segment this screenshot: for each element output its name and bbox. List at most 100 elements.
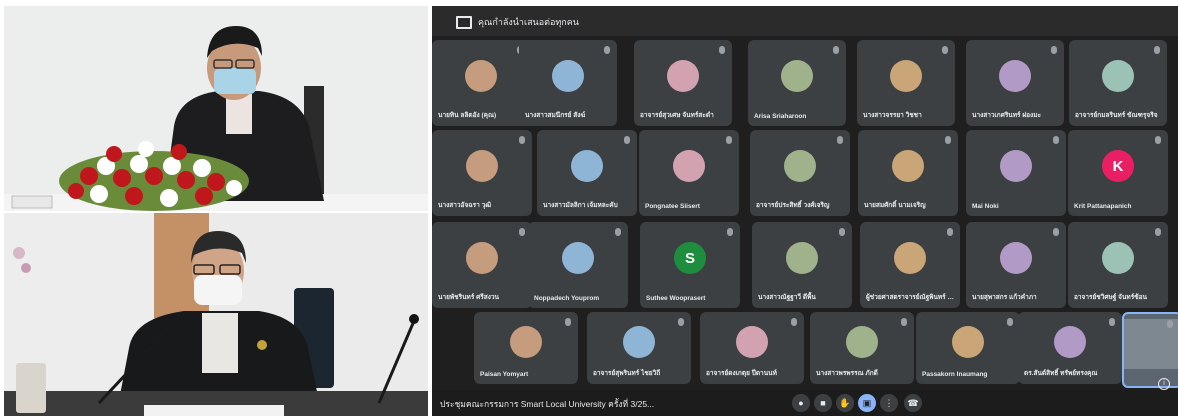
participant-tile[interactable]: อาจารย์สุพรินทร์ ไชยวิถี	[587, 312, 691, 384]
participant-tile[interactable]: นางสาวเกศรินทร์ ผ่องมะ	[966, 40, 1064, 126]
end-call-button[interactable]: ☎	[904, 394, 922, 412]
participant-name: อาจารย์สุพรินทร์ ไชยวิถี	[593, 370, 661, 377]
participant-tile[interactable]: Paisan Yomyart	[474, 312, 578, 384]
participant-name: นางสาวจรรยา วิชชา	[863, 112, 922, 119]
mic-muted-icon	[678, 318, 684, 326]
mic-muted-icon	[1155, 136, 1161, 144]
participant-tile[interactable]: อาจารย์สุวเศษ จันทร์สะดำ	[634, 40, 732, 126]
participant-tile[interactable]: นายพัชรินทร์ ศรีสงวน	[432, 222, 532, 308]
info-icon[interactable]: i	[1158, 378, 1170, 390]
avatar	[673, 150, 705, 183]
participant-name: Krit Pattanapanich	[1074, 203, 1132, 210]
participant-tile[interactable]: อาจารย์ประสิทธิ์ วงศ์เจริญ	[750, 130, 850, 216]
avatar	[892, 150, 924, 183]
participant-name: อาจารย์ชวิศษฐ์ จันทร์ซ้อน	[1074, 294, 1147, 301]
participant-tile[interactable]: Arisa Sriaharoon	[748, 40, 846, 126]
presenter-scene	[4, 213, 428, 416]
mic-muted-icon	[837, 136, 843, 144]
avatar	[465, 60, 497, 93]
participant-name: นางสาวพรพรรณ ภักดี	[816, 370, 878, 377]
participant-name: ดร.สันต์สิทธิ์ ทรัพย์ทรงคุณ	[1024, 370, 1098, 377]
participant-name: Passakorn Inaumang	[922, 371, 988, 378]
mic-muted-icon	[519, 136, 525, 144]
mic-muted-icon	[615, 228, 621, 236]
participant-tile[interactable]: นายทิน ลลิตอัง (คุณ)	[432, 40, 530, 126]
participant-name: นางสาวอัจฉรา วุฒิ	[438, 202, 492, 209]
chairman-scene	[4, 6, 428, 211]
participant-tile[interactable]: นางสาวมัลลิกา เจ้มหละคับ	[537, 130, 637, 216]
participant-tile[interactable]: นางสาวอัจฉรา วุฒิ	[432, 130, 532, 216]
participant-tile[interactable]: นางสาวพรพรรณ ภักดี	[810, 312, 914, 384]
participant-name: Pongnatee Siisert	[645, 203, 700, 210]
participant-tile[interactable]: นางสาวจรรยา วิชชา	[857, 40, 955, 126]
avatar	[466, 150, 498, 183]
participant-name: อาจารย์กมลรินทร์ ขัณฑรุจริจ	[1075, 112, 1158, 119]
mic-muted-icon	[726, 136, 732, 144]
participant-tile[interactable]: นางสาวณัฐฐาวี ดีพื้น	[752, 222, 852, 308]
avatar	[667, 60, 699, 93]
meeting-title: ประชุมคณะกรรมการ Smart Local University …	[440, 399, 655, 409]
participant-tile[interactable]: อาจารย์ดงเกตุย ปีดานนท์	[700, 312, 804, 384]
raise-hand-button[interactable]: ✋	[836, 394, 854, 412]
avatar	[999, 60, 1031, 93]
participant-tile[interactable]: ดร.สันต์สิทธิ์ ทรัพย์ทรงคุณ	[1018, 312, 1122, 384]
mic-muted-icon	[1167, 320, 1173, 328]
participant-name: Arisa Sriaharoon	[754, 113, 807, 120]
avatar	[736, 326, 768, 359]
participant-tile[interactable]: นายสมศักดิ์ นามเจริญ	[858, 130, 958, 216]
mic-muted-icon	[947, 228, 953, 236]
participant-name: Noppadech Youprom	[534, 295, 600, 302]
video-meeting-window: คุณกำลังนำเสนอต่อทุกคน นายทิน ลลิตอัง (ค…	[432, 6, 1178, 416]
more-button[interactable]: ⋮	[880, 394, 898, 412]
camera-button[interactable]: ■	[814, 394, 832, 412]
presenting-banner: คุณกำลังนำเสนอต่อทุกคน	[478, 17, 579, 27]
participant-tile[interactable]: Pongnatee Siisert	[639, 130, 739, 216]
participant-tile[interactable]: อาจารย์กมลรินทร์ ขัณฑรุจริจ	[1069, 40, 1167, 126]
avatar	[1102, 60, 1134, 93]
participant-name: Paisan Yomyart	[480, 371, 529, 378]
avatar	[786, 242, 818, 275]
participant-name: นางสาวมัลลิกา เจ้มหละคับ	[543, 202, 618, 209]
mic-muted-icon	[719, 46, 725, 54]
mic-muted-icon	[727, 228, 733, 236]
avatar	[1102, 242, 1134, 275]
mic-muted-icon	[1154, 46, 1160, 54]
mic-muted-icon	[565, 318, 571, 326]
participant-tile[interactable]: K Krit Pattanapanich	[1068, 130, 1168, 216]
letter-avatar: S	[674, 242, 706, 275]
avatar	[623, 326, 655, 359]
participant-tile[interactable]: นายสุพาสกร แก้วคำภา	[966, 222, 1066, 308]
participant-tile[interactable]: ผู้ช่วยศาสตราจารย์ณัฐพินทร์ โล...	[860, 222, 960, 308]
conference-photo-presenter	[4, 213, 428, 416]
participant-tile[interactable]: อาจารย์ชวิศษฐ์ จันทร์ซ้อน	[1068, 222, 1168, 308]
participant-tile[interactable]: Noppadech Youprom	[528, 222, 628, 308]
participant-tile[interactable]: Passakorn Inaumang	[916, 312, 1020, 384]
participant-name: Mai Noki	[972, 203, 999, 210]
mic-muted-icon	[1051, 46, 1057, 54]
avatar	[466, 242, 498, 275]
mic-muted-icon	[604, 46, 610, 54]
avatar	[571, 150, 603, 183]
participant-tile[interactable]: S Suthee Wooprasert	[640, 222, 740, 308]
participant-name: Suthee Wooprasert	[646, 295, 706, 302]
participant-tile[interactable]: นางสาวสมนึกรย์ สังฆ์	[519, 40, 617, 126]
mic-muted-icon	[942, 46, 948, 54]
participant-tile[interactable]	[1122, 312, 1178, 388]
mic-muted-icon	[839, 228, 845, 236]
letter-avatar: K	[1102, 150, 1134, 183]
present-button[interactable]: ▣	[858, 394, 876, 412]
presenting-bar: คุณกำลังนำเสนอต่อทุกคน	[432, 6, 1178, 36]
mic-muted-icon	[1155, 228, 1161, 236]
mic-muted-icon	[1007, 318, 1013, 326]
mic-muted-icon	[519, 228, 525, 236]
participant-name: อาจารย์ดงเกตุย ปีดานนท์	[706, 370, 777, 377]
avatar	[781, 60, 813, 93]
mic-button[interactable]: ●	[792, 394, 810, 412]
participant-tile[interactable]: Mai Noki	[966, 130, 1066, 216]
avatar	[952, 326, 984, 359]
avatar	[894, 242, 926, 275]
avatar	[890, 60, 922, 93]
participant-name: นางสาวเกศรินทร์ ผ่องมะ	[972, 112, 1041, 119]
participant-name: นางสาวณัฐฐาวี ดีพื้น	[758, 294, 816, 301]
participant-name: นายสมศักดิ์ นามเจริญ	[864, 202, 926, 209]
